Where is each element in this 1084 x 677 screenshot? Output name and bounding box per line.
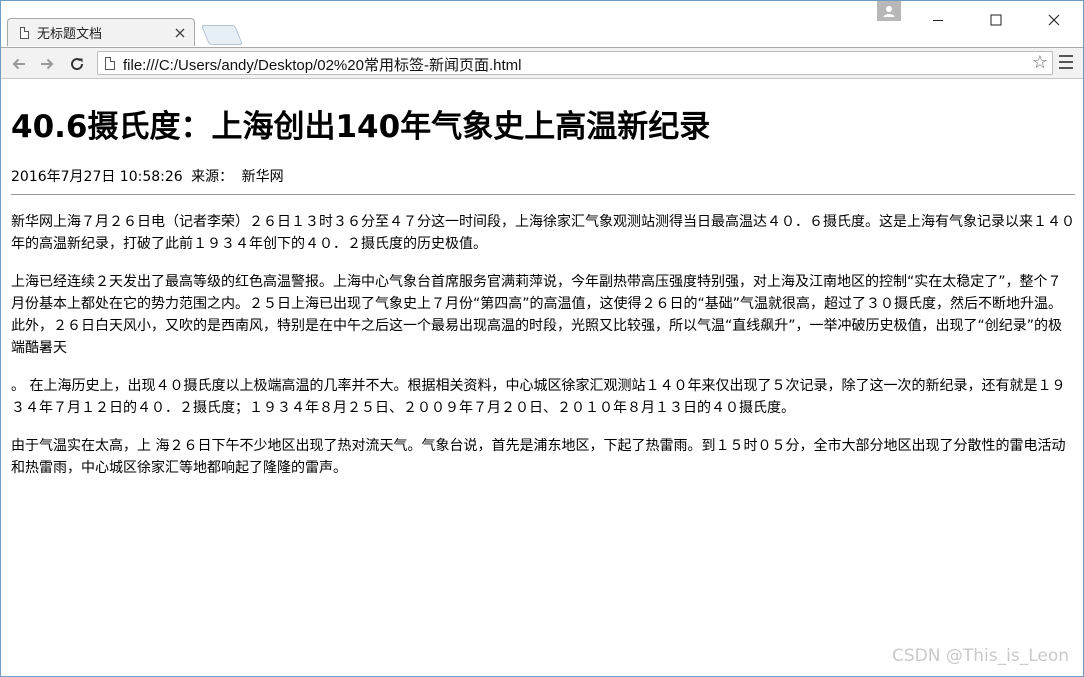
address-bar[interactable]: file:///C:/Users/andy/Desktop/02%20常用标签-…	[97, 51, 1053, 75]
browser-tab[interactable]: 无标题文档	[7, 18, 195, 46]
browser-toolbar: file:///C:/Users/andy/Desktop/02%20常用标签-…	[1, 47, 1083, 79]
close-window-button[interactable]	[1025, 1, 1083, 39]
article-title: 40.6摄氏度：上海创出140年气象史上高温新纪录	[11, 109, 711, 145]
tab-title: 无标题文档	[37, 27, 103, 42]
url-text[interactable]: file:///C:/Users/andy/Desktop/02%20常用标签-…	[123, 54, 521, 75]
tab-inner: 无标题文档	[8, 19, 194, 46]
forward-button[interactable]	[35, 52, 59, 76]
browser-window: 无标题文档 file:///C:/Users/andy/Desktop/02%2…	[0, 0, 1084, 677]
profile-icon[interactable]	[877, 1, 901, 21]
page-content: 40.6摄氏度：上海创出140年气象史上高温新纪录 2016年7月27日 10:…	[11, 79, 1075, 479]
watermark: CSDN @This_is_Leon	[892, 646, 1069, 666]
back-button[interactable]	[7, 52, 31, 76]
new-tab-button[interactable]	[200, 25, 244, 45]
page-icon	[105, 57, 115, 70]
reload-button[interactable]	[65, 52, 89, 76]
article-meta: 2016年7月27日 10:58:26 来源： 新华网	[11, 167, 1075, 187]
menu-icon[interactable]	[1059, 55, 1073, 71]
divider	[11, 194, 1075, 195]
document-icon	[20, 26, 29, 39]
article-paragraph: 。 在上海历史上，出现４０摄氏度以上极端高温的几率并不大。根据相关资料，中心城区…	[11, 378, 1066, 416]
article-date: 2016年7月27日 10:58:26	[11, 169, 183, 185]
article-paragraph: 上海已经连续２天发出了最高等级的红色高温警报。上海中心气象台首席服务官满莉萍说，…	[11, 274, 1063, 356]
maximize-button[interactable]	[967, 1, 1025, 39]
article-source: 新华网	[241, 169, 284, 185]
article-paragraph: 由于气温实在太高，上 海２６日下午不少地区出现了热对流天气。气象台说，首先是浦东…	[11, 438, 1066, 476]
bookmark-star-icon[interactable]: ☆	[1032, 53, 1048, 73]
minimize-button[interactable]	[909, 1, 967, 39]
article-paragraph: 新华网上海７月２６日电（记者李荣）２６日１３时３６分至４７分这一时间段，上海徐家…	[11, 214, 1075, 252]
tab-close-icon[interactable]	[172, 25, 188, 41]
tab-strip: 无标题文档	[1, 1, 1083, 47]
source-label: 来源：	[191, 169, 234, 185]
